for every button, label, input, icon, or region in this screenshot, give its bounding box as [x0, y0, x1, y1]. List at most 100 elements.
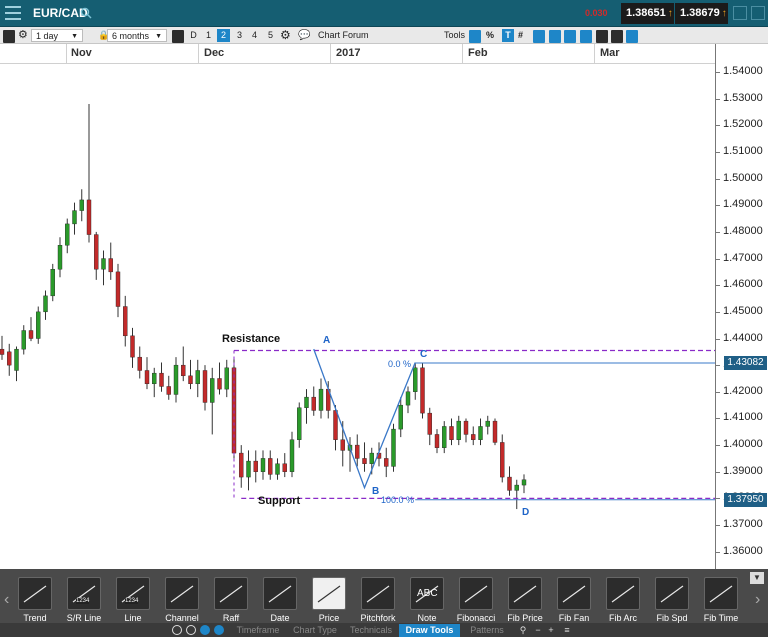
zoom-out-icon[interactable]: [580, 30, 592, 43]
list-icon[interactable]: ≡: [560, 624, 574, 637]
zoom-in-icon[interactable]: [549, 30, 561, 43]
refresh-icon[interactable]: [172, 625, 182, 635]
date-icon[interactable]: [263, 577, 297, 610]
tool-glyph-line: [366, 585, 390, 603]
bull-candle: [57, 245, 63, 270]
bull-candle: [521, 479, 527, 486]
time-separator: [462, 44, 463, 64]
interval-dropdown[interactable]: 1 day ▼: [31, 29, 83, 42]
pitchfork-icon[interactable]: [361, 577, 395, 610]
line-icon[interactable]: [116, 577, 150, 610]
price-icon[interactable]: [312, 577, 346, 610]
tab-timeframe[interactable]: Timeframe: [230, 624, 286, 637]
menu-icon[interactable]: [5, 6, 21, 20]
tool-glyph-line: [709, 585, 733, 603]
magnet-icon[interactable]: [214, 625, 224, 635]
bull-candle: [297, 407, 302, 440]
tool-label: Fib Time: [703, 613, 739, 623]
month-label: 2017: [336, 47, 361, 59]
scroll-left-icon[interactable]: ‹: [4, 591, 9, 609]
bear-candle: [159, 372, 164, 387]
fib-spd-icon[interactable]: [655, 577, 689, 610]
tool-glyph-line: [268, 585, 292, 603]
undo-icon[interactable]: [596, 30, 608, 43]
range-dropdown[interactable]: 6 months ▼: [107, 29, 167, 42]
collapse-icon[interactable]: ▼: [750, 572, 764, 584]
tool-inline-text: 1234: [76, 598, 90, 604]
bear-candle: [188, 375, 193, 385]
price-tick-mark: [716, 471, 720, 473]
bear-candle: [253, 460, 258, 472]
scroll-right-icon[interactable]: ›: [755, 591, 760, 609]
pencil-icon[interactable]: [200, 625, 210, 635]
search-icon[interactable]: ⚲: [517, 624, 529, 637]
price-tick-mark: [716, 125, 720, 127]
price-tick-mark: [716, 418, 720, 420]
fibonacci-icon[interactable]: [459, 577, 493, 610]
chat-icon[interactable]: 💬: [298, 29, 310, 42]
bull-candle: [318, 388, 324, 411]
zoom-fit-icon[interactable]: [564, 30, 576, 43]
maximize-icon[interactable]: [733, 6, 747, 20]
price-tick-label: 1.41000: [723, 411, 763, 424]
tool-label: Line: [124, 613, 142, 623]
trend-line-icon[interactable]: [18, 577, 52, 610]
chart-forum-link[interactable]: Chart Forum: [318, 29, 369, 42]
fib-arc-icon[interactable]: [606, 577, 640, 610]
draw-tool-icon[interactable]: [469, 30, 481, 43]
bear-candle: [123, 306, 128, 337]
layout-4-button[interactable]: 4: [248, 29, 261, 42]
raff-icon[interactable]: [214, 577, 248, 610]
layout-d-button[interactable]: D: [187, 29, 200, 42]
sell-price-button[interactable]: 1.38651 ↑: [621, 3, 674, 24]
layout-5-button[interactable]: 5: [264, 29, 277, 42]
fib-0-label: 0.0 %: [388, 359, 412, 369]
block-icon[interactable]: [186, 625, 196, 635]
buy-price-button[interactable]: 1.38679 ↑: [675, 3, 728, 24]
settings-gear-icon[interactable]: ⚙: [18, 29, 28, 42]
tool-label: Price: [318, 613, 340, 623]
range-value: 6 months: [112, 31, 150, 41]
bear-candle: [471, 434, 476, 440]
tab-technicals[interactable]: Technicals: [344, 624, 398, 637]
fib-fan-icon[interactable]: [557, 577, 591, 610]
percent-button[interactable]: %: [486, 29, 494, 42]
layout-icon[interactable]: [3, 30, 15, 43]
zoom-in-icon[interactable]: +: [546, 624, 556, 637]
time-separator: [66, 44, 67, 64]
grid-icon[interactable]: #: [518, 29, 523, 42]
gear-icon[interactable]: ⚙: [280, 29, 291, 42]
text-tool-button[interactable]: T: [502, 29, 514, 42]
price-tick-label: 1.54000: [723, 65, 763, 77]
fib-time-icon[interactable]: [704, 577, 738, 610]
close-icon[interactable]: [751, 6, 765, 20]
sr-line-icon[interactable]: [67, 577, 101, 610]
price-tick-label: 1.42000: [723, 384, 763, 397]
fib-price-icon[interactable]: [508, 577, 542, 610]
layout-1-button[interactable]: 1: [202, 29, 215, 42]
tool-glyph-line: [317, 585, 341, 603]
tab-patterns[interactable]: Patterns: [462, 624, 512, 637]
calendar-icon[interactable]: [172, 30, 184, 43]
candlestick-chart[interactable]: [0, 64, 715, 569]
bull-candle: [456, 420, 461, 440]
crosshair-icon[interactable]: [533, 30, 545, 43]
layout-3-button[interactable]: 3: [233, 29, 246, 42]
price-tick-mark: [716, 525, 720, 527]
bear-candle: [144, 370, 150, 385]
wrench-icon[interactable]: [626, 30, 638, 43]
tab-chart-type[interactable]: Chart Type: [288, 624, 342, 637]
print-icon[interactable]: [611, 30, 623, 43]
resistance-price-label: 1.43082: [724, 356, 767, 371]
channel-icon[interactable]: [165, 577, 199, 610]
price-tick-mark: [716, 72, 720, 73]
search-icon[interactable]: [80, 7, 92, 19]
layout-2-button[interactable]: 2: [217, 29, 230, 42]
price-axis[interactable]: 1.54000 1.53000 1.52000 1.51000 1.50000 1.490…: [715, 44, 768, 569]
price-up-arrow-icon: ↑: [721, 8, 727, 19]
tool-glyph-line: [464, 585, 488, 603]
price-tick-label: 1.51000: [723, 144, 763, 157]
zoom-out-icon[interactable]: −: [533, 624, 543, 637]
price-tick-mark: [716, 391, 720, 393]
tab-draw-tools[interactable]: Draw Tools: [399, 624, 460, 637]
